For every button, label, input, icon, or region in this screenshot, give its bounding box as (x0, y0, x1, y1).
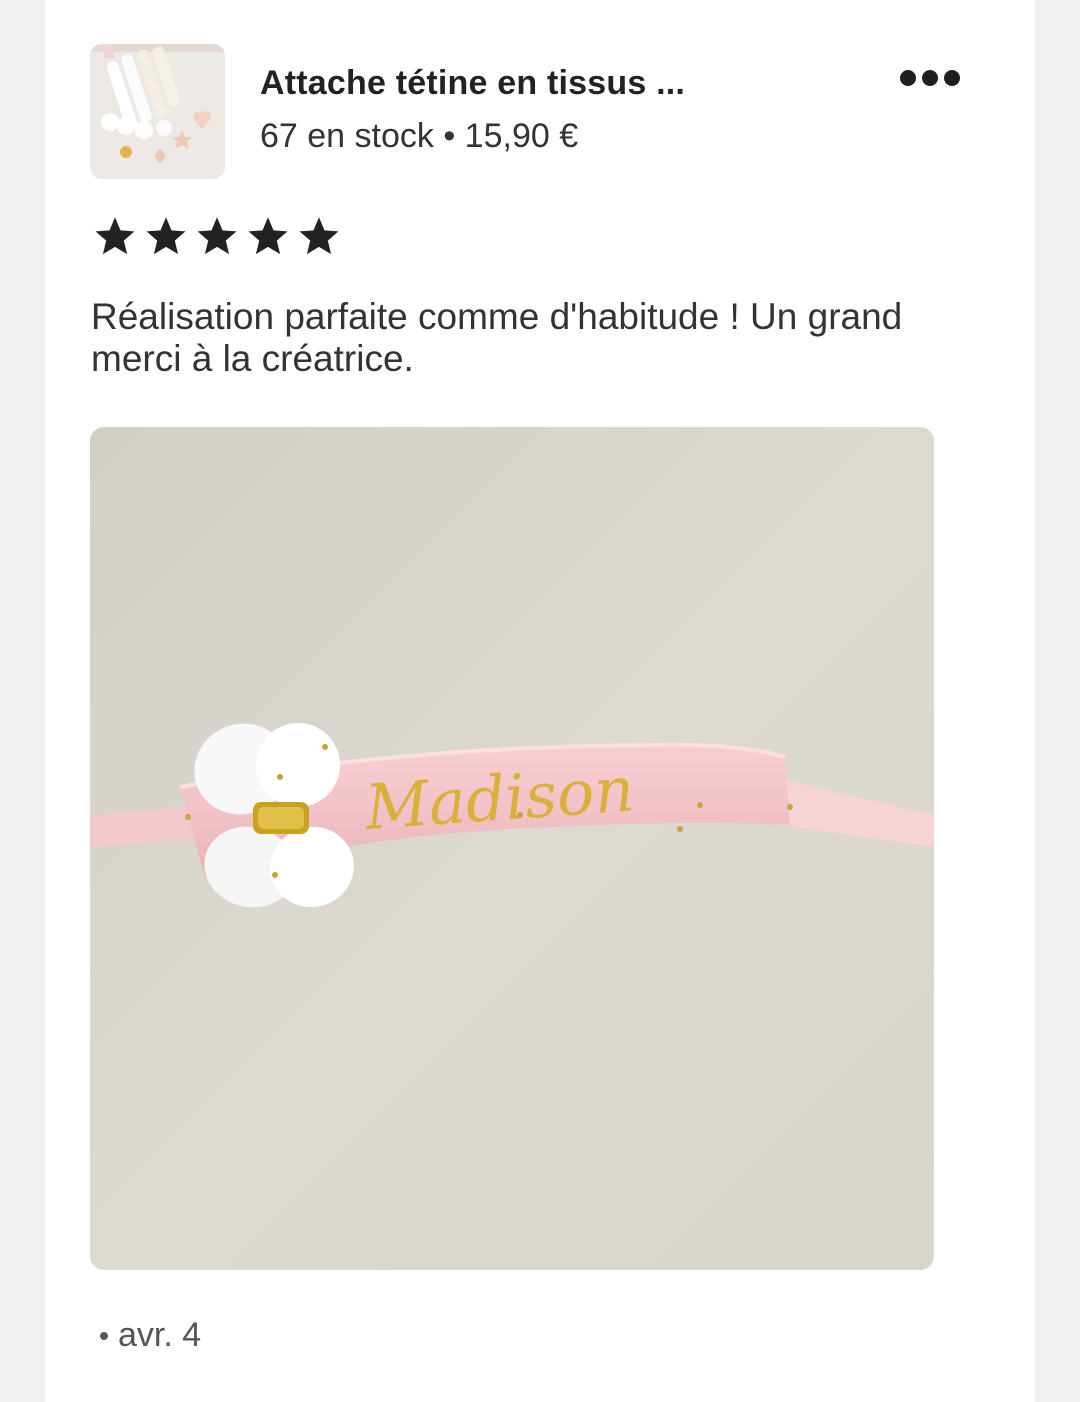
product-thumbnail-image (90, 44, 225, 179)
review-photo[interactable]: Madison (90, 427, 934, 1270)
more-options-button[interactable] (885, 56, 975, 100)
star-icon (299, 217, 339, 255)
review-text: Réalisation parfaite comme d'habitude ! … (91, 296, 903, 379)
review-card: Attache tétine en tissus ... 67 en stock… (45, 0, 1035, 1402)
review-photo-image: Madison (90, 427, 934, 1270)
product-thumbnail[interactable] (90, 44, 225, 179)
star-rating (93, 214, 341, 258)
more-dot-icon (944, 70, 960, 86)
review-date: avr. 4 (100, 1316, 201, 1355)
star-icon (95, 217, 135, 255)
star-icon (197, 217, 237, 255)
bullet-icon (100, 1331, 108, 1340)
listing-title[interactable]: Attache tétine en tissus ... (260, 64, 780, 103)
star-icon (248, 217, 288, 255)
review-date-text: avr. 4 (118, 1316, 202, 1354)
more-dot-icon (922, 70, 938, 86)
listing-stock-price: 67 en stock • 15,90 € (260, 117, 579, 155)
more-dot-icon (900, 70, 916, 86)
star-icon (146, 217, 186, 255)
